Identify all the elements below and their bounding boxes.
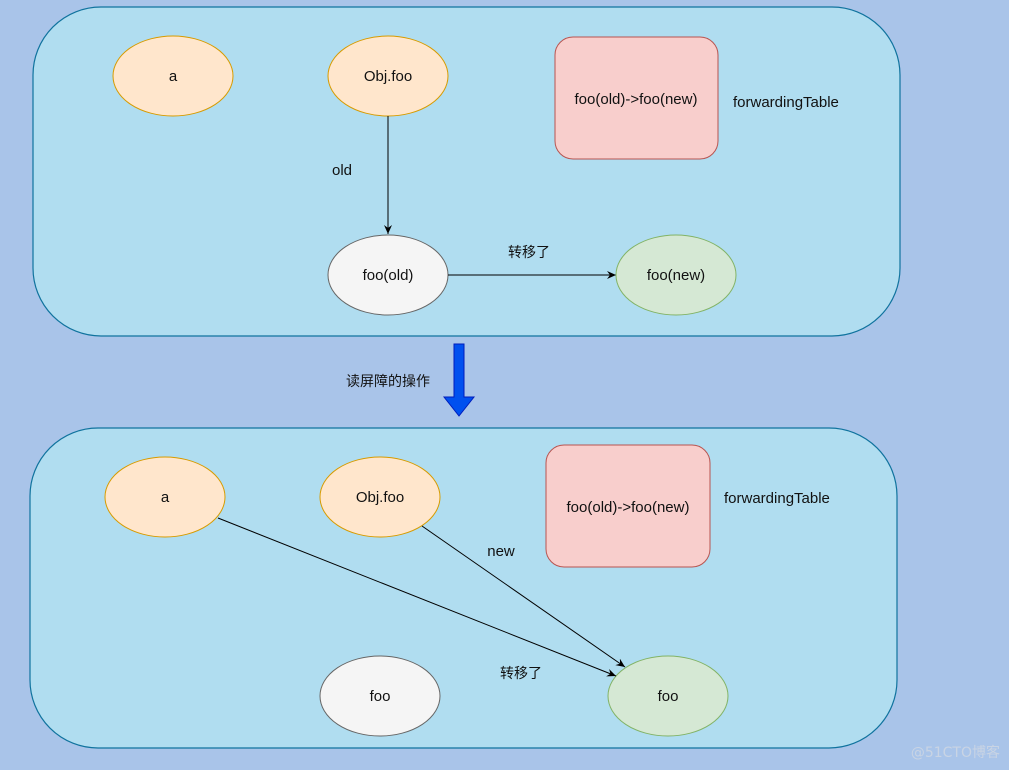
bottom-node-a[interactable]: a <box>104 456 226 538</box>
top-node-obj-foo[interactable]: Obj.foo <box>327 35 449 117</box>
top-forwarding-table-content: foo(old)->foo(new) <box>575 91 698 108</box>
bottom-edge-moved-label: 转移了 <box>500 666 542 682</box>
bottom-node-foo-old[interactable]: foo <box>319 655 441 737</box>
bottom-node-foo-new[interactable]: foo <box>607 655 729 737</box>
top-node-a[interactable]: a <box>112 35 234 117</box>
bottom-node-foo-old-label: foo <box>370 688 391 705</box>
down-arrow-icon <box>442 343 476 417</box>
top-forwarding-table-label: forwardingTable <box>733 94 839 111</box>
watermark: @51CTO博客 <box>911 744 1000 761</box>
bottom-panel: a Obj.foo foo foo new 转移了 foo(old)->foo(… <box>29 427 898 749</box>
bottom-forwarding-table[interactable]: foo(old)->foo(new) <box>545 444 711 568</box>
bottom-edge-new-label: new <box>487 543 515 560</box>
bottom-node-foo-new-label: foo <box>658 688 679 705</box>
top-forwarding-table[interactable]: foo(old)->foo(new) <box>554 36 719 160</box>
top-node-foo-new-label: foo(new) <box>647 267 705 284</box>
diagram-canvas: a Obj.foo old foo(old) 转移了 foo(new) foo(… <box>29 6 1000 761</box>
bottom-node-obj-foo-label: Obj.foo <box>356 489 404 506</box>
top-node-foo-new[interactable]: foo(new) <box>615 234 737 316</box>
top-node-obj-foo-label: Obj.foo <box>364 68 412 85</box>
transition-label: 读屏障的操作 <box>346 373 430 390</box>
top-panel: a Obj.foo old foo(old) 转移了 foo(new) foo(… <box>32 6 901 337</box>
top-node-foo-old[interactable]: foo(old) <box>327 234 449 316</box>
top-edge-moved-label: 转移了 <box>508 245 550 261</box>
transition: 读屏障的操作 <box>346 343 476 417</box>
top-node-foo-old-label: foo(old) <box>363 267 414 284</box>
bottom-forwarding-table-content: foo(old)->foo(new) <box>567 499 690 516</box>
top-edge-old-label: old <box>332 162 352 179</box>
bottom-node-obj-foo[interactable]: Obj.foo <box>319 456 441 538</box>
bottom-forwarding-table-label: forwardingTable <box>724 490 830 507</box>
top-node-a-label: a <box>169 68 178 85</box>
bottom-node-a-label: a <box>161 489 170 506</box>
